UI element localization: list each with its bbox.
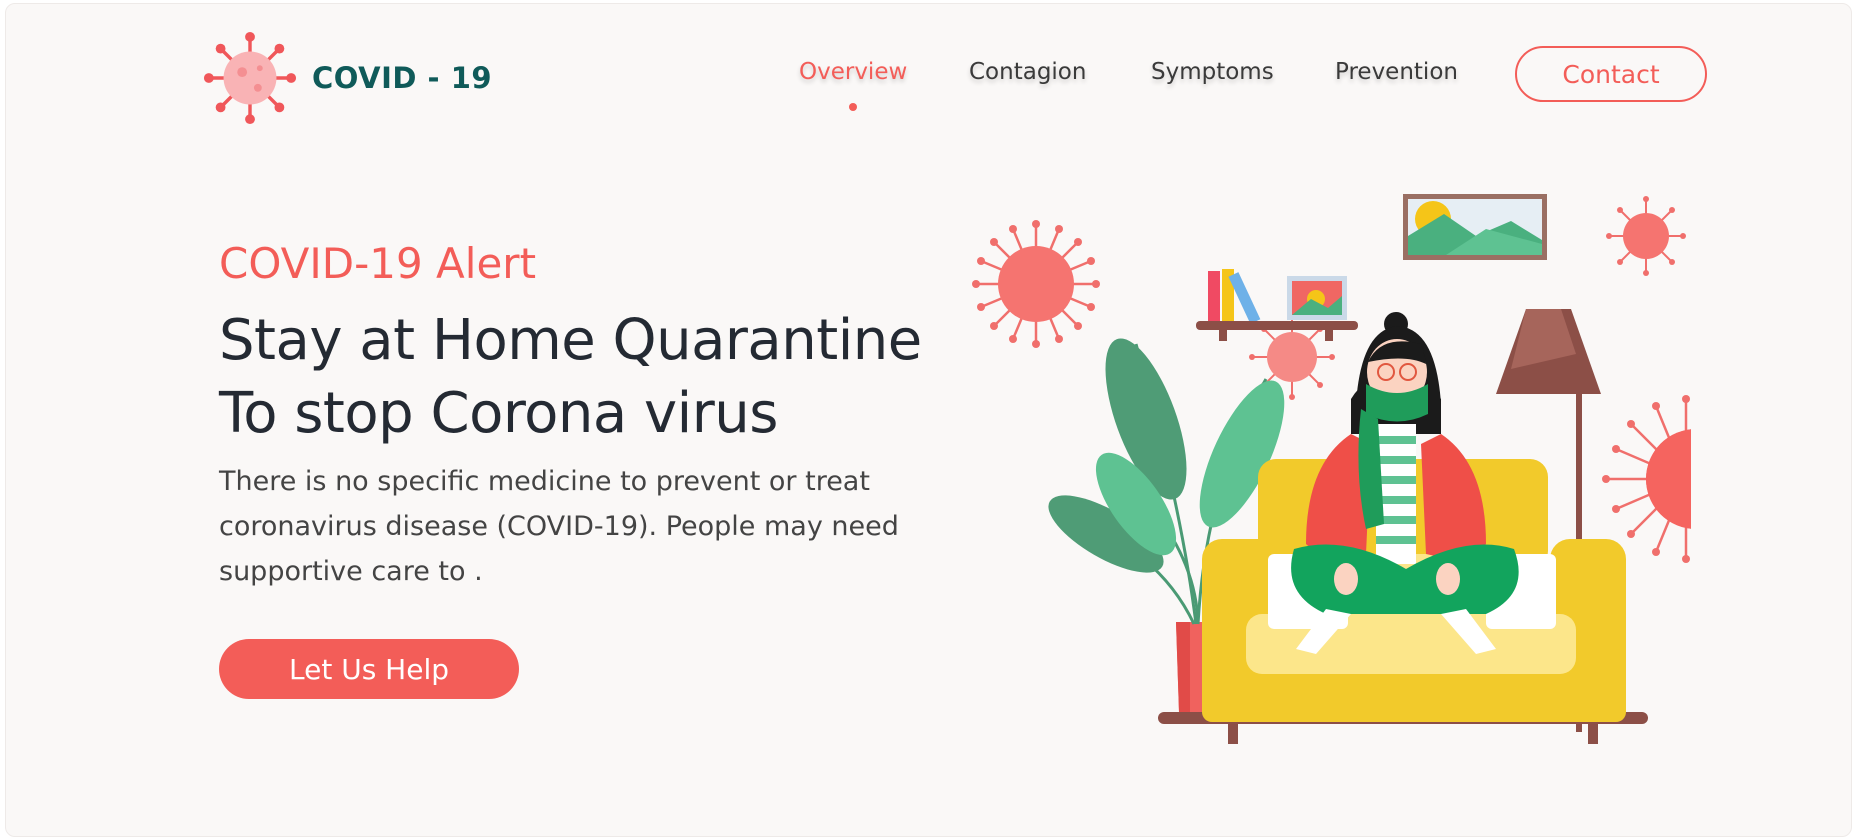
virus-decoration-icon [972, 220, 1100, 348]
headline-line-2: To stop Corona virus [219, 381, 778, 446]
wall-picture [1403, 194, 1547, 260]
hero-description: There is no specific medicine to prevent… [219, 466, 899, 587]
nav-item-contagion[interactable]: Contagion [969, 59, 1086, 85]
brand-logo[interactable]: COVID - 19 [201, 29, 492, 127]
shelf-books [1196, 269, 1358, 341]
hero-eyebrow: COVID-19 Alert [219, 239, 537, 288]
nav-item-symptoms[interactable]: Symptoms [1151, 59, 1274, 85]
headline-line-1: Stay at Home Quarantine [219, 308, 922, 373]
page: COVID - 19 Overview Contagion Symptoms P… [5, 3, 1852, 837]
virus-decoration-icon [1606, 196, 1686, 276]
virus-icon [203, 31, 297, 125]
active-indicator [849, 103, 857, 111]
nav-item-overview[interactable]: Overview [799, 59, 907, 85]
nav-item-prevention[interactable]: Prevention [1335, 59, 1458, 85]
quarantine-illustration [972, 194, 1696, 744]
virus-decoration-icon [1602, 395, 1696, 563]
let-us-help-button[interactable]: Let Us Help [219, 639, 519, 699]
contact-button[interactable]: Contact [1515, 46, 1707, 102]
brand-name: COVID - 19 [312, 61, 493, 95]
hero-headline: Stay at Home Quarantine To stop Corona v… [219, 304, 922, 450]
